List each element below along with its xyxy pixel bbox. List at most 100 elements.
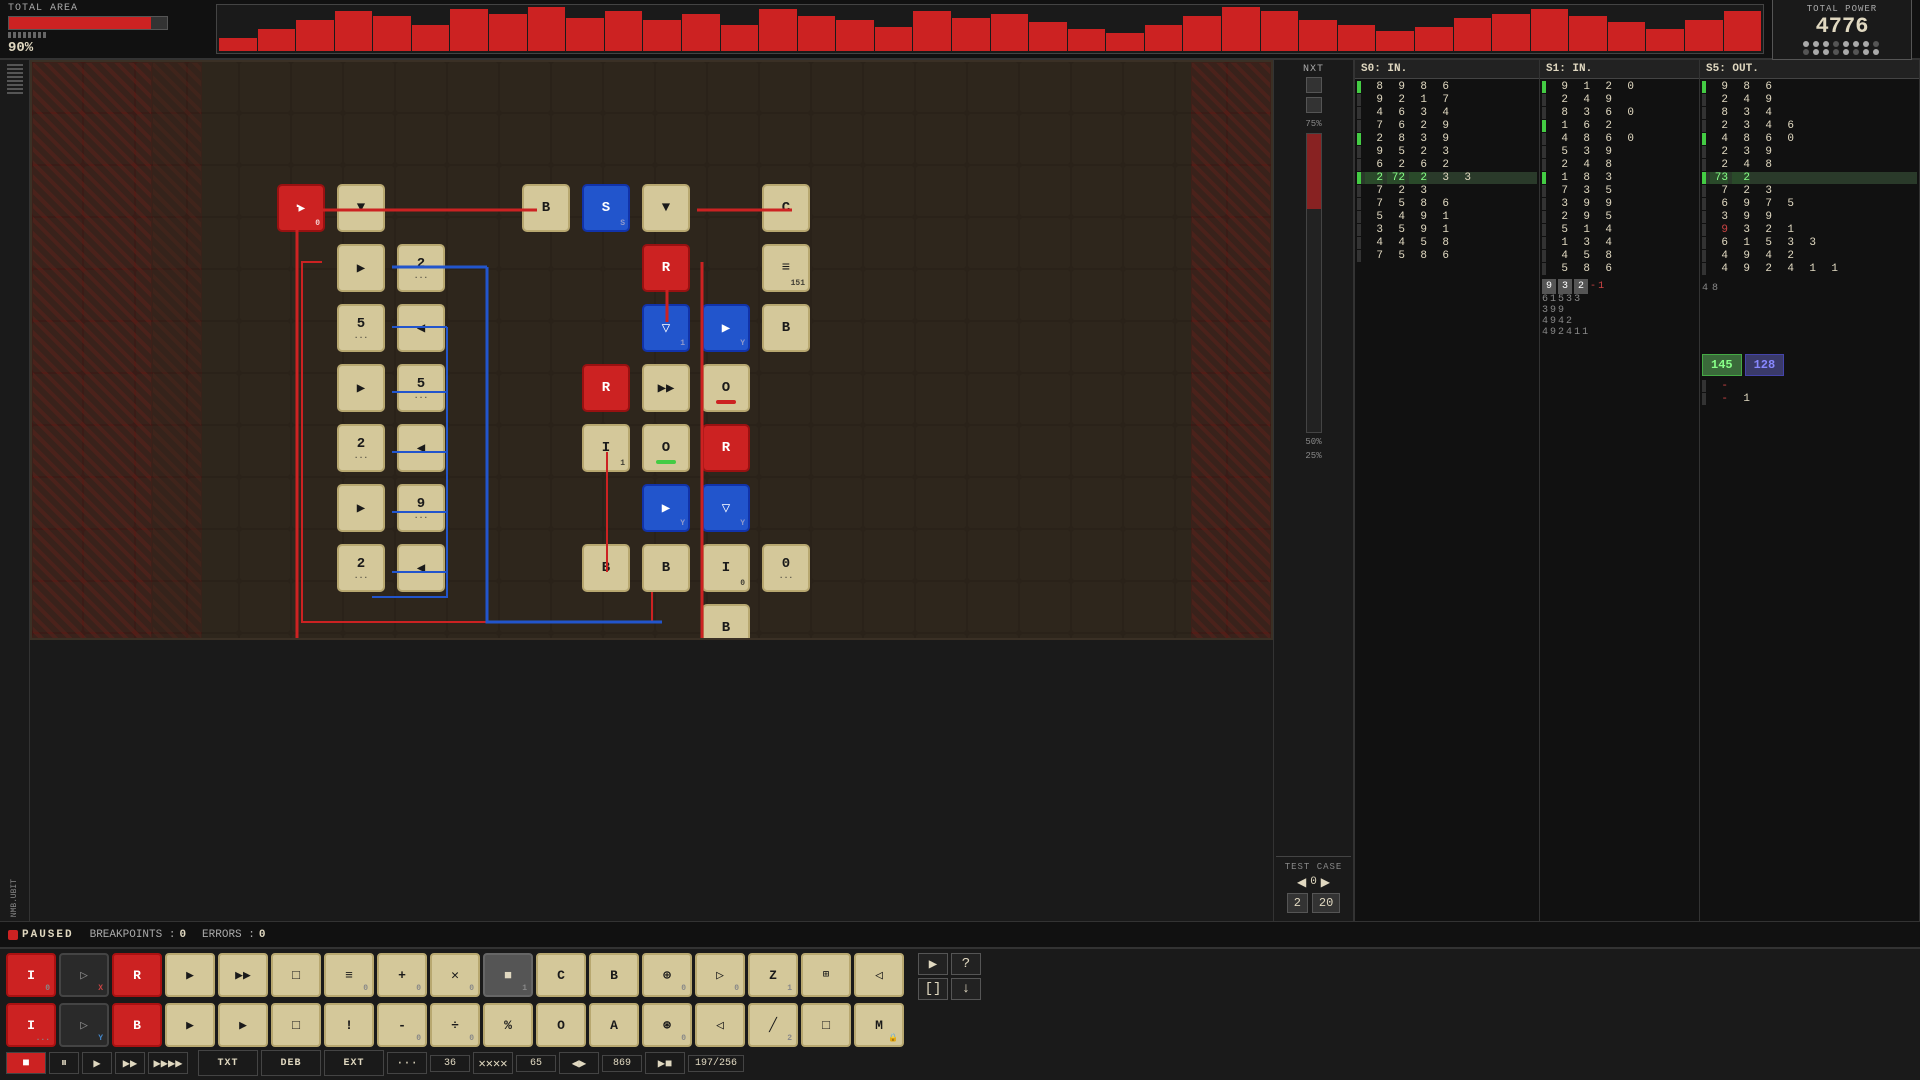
node-s-blue[interactable]: S S [582, 184, 630, 232]
bt-ext[interactable]: EXT [324, 1050, 384, 1076]
node-b-3[interactable]: B [582, 544, 630, 592]
dot [1813, 41, 1819, 47]
node-o-1[interactable]: O [702, 364, 750, 412]
dc: 3 [1409, 185, 1427, 197]
node-b-5[interactable]: B [702, 604, 750, 640]
bt-deb[interactable]: DEB [261, 1050, 321, 1076]
node-c-1[interactable]: C [762, 184, 810, 232]
tb-btn-ff[interactable]: ▶▶ [218, 953, 268, 997]
tb2-btn-lt[interactable]: ◁ [695, 1003, 745, 1047]
node-left-2[interactable]: ◀ [397, 424, 445, 472]
bt-dots[interactable]: ··· [387, 1052, 427, 1074]
tb2-btn-play-y[interactable]: ▷ Y [59, 1003, 109, 1047]
node-r-play[interactable]: ▶ 0 [277, 184, 325, 232]
node-num-5b[interactable]: 5 ... [397, 364, 445, 412]
tb2-btn-sub[interactable]: - 0 [377, 1003, 427, 1047]
tb2-btn-b[interactable]: B [112, 1003, 162, 1047]
node-num-2[interactable]: 2 ... [397, 244, 445, 292]
tb2-btn-div[interactable]: ÷ 0 [430, 1003, 480, 1047]
schematic-area[interactable]: ▶ 0 ▼ B S S ▼ C ▶ 2 ... R ≡ [30, 60, 1273, 640]
tb-btn-b[interactable]: B [589, 953, 639, 997]
node-b-2[interactable]: B [762, 304, 810, 352]
bt-xxx[interactable]: ✕✕✕✕ [473, 1052, 513, 1074]
node-r-3[interactable]: R [582, 364, 630, 412]
bt-film[interactable]: ▶■ [645, 1052, 685, 1074]
tc-prev-btn[interactable]: ◀ [1297, 875, 1306, 889]
node-ff-1[interactable]: ▶▶ [642, 364, 690, 412]
node-play-blue[interactable]: ▶ Y [702, 304, 750, 352]
tb2-btn-sq[interactable]: □ [801, 1003, 851, 1047]
node-left-3[interactable]: ◀ [397, 544, 445, 592]
tb-btn-i[interactable]: I 0 [6, 953, 56, 997]
tb-btn-c[interactable]: C [536, 953, 586, 997]
scroll-track[interactable] [1306, 133, 1322, 433]
tb2-btn-play2[interactable]: ▶ [218, 1003, 268, 1047]
dc: 6 [1431, 198, 1449, 210]
rs-btn-up[interactable]: ? [951, 953, 981, 975]
node-down-blue-2[interactable]: ▽ Y [702, 484, 750, 532]
node-num-0[interactable]: 0 ... [762, 544, 810, 592]
node-num-2b[interactable]: 2 ... [337, 424, 385, 472]
tb2-btn-play[interactable]: ▶ [165, 1003, 215, 1047]
tb-btn-r[interactable]: R [112, 953, 162, 997]
data-row: 248 [1542, 159, 1697, 171]
node-play-2[interactable]: ▶ [337, 244, 385, 292]
rs-btn-down[interactable]: ↓ [951, 978, 981, 1000]
bt-fff[interactable]: ▶▶▶▶ [148, 1052, 188, 1074]
bt-txt[interactable]: TXT [198, 1050, 258, 1076]
tb-btn-mul[interactable]: ✕ 0 [430, 953, 480, 997]
node-i-1[interactable]: I 1 [582, 424, 630, 472]
bt-pause[interactable]: ⏸ [49, 1052, 79, 1074]
tb-btn-grid[interactable]: ⊞ [801, 953, 851, 997]
tb-btn-z[interactable]: Z 1 [748, 953, 798, 997]
node-num-9[interactable]: 9 ... [397, 484, 445, 532]
bt-arrow-lr[interactable]: ◀▶ [559, 1052, 599, 1074]
node-play-3[interactable]: ▶ [337, 364, 385, 412]
wbar [1492, 14, 1530, 51]
node-i-2[interactable]: I 0 [702, 544, 750, 592]
node-r-2[interactable]: R [642, 244, 690, 292]
tb2-btn-diag[interactable]: ╱ 2 [748, 1003, 798, 1047]
data-row-highlighted: 2 72 2 3 3 [1357, 172, 1537, 184]
tb2-btn-halt[interactable]: □ [271, 1003, 321, 1047]
rs-btn-question[interactable]: [] [918, 978, 948, 1000]
tb2-btn-m[interactable]: M 🔒 [854, 1003, 904, 1047]
tb-btn-play-x[interactable]: ▷ X [59, 953, 109, 997]
tb-btn-halt[interactable]: □ [271, 953, 321, 997]
node-play-blue-2[interactable]: ▶ Y [642, 484, 690, 532]
rs-btn-bracket[interactable]: ▶ [918, 953, 948, 975]
tb2-btn-a[interactable]: A [589, 1003, 639, 1047]
node-b-1[interactable]: B [522, 184, 570, 232]
tb2-btn-i[interactable]: I ... [6, 1003, 56, 1047]
dc: 1 [1582, 327, 1588, 338]
node-r-4[interactable]: R [702, 424, 750, 472]
node-o-2[interactable]: O [642, 424, 690, 472]
tb-btn-gt[interactable]: ▷ 0 [695, 953, 745, 997]
node-num-2c[interactable]: 2 ... [337, 544, 385, 592]
tb-btn-prev[interactable]: ◁ [854, 953, 904, 997]
node-b-4[interactable]: B [642, 544, 690, 592]
tb2-btn-not[interactable]: ! [324, 1003, 374, 1047]
tb-btn-play[interactable]: ▶ [165, 953, 215, 997]
node-down-arrow[interactable]: ▼ [337, 184, 385, 232]
node-play-4[interactable]: ▶ [337, 484, 385, 532]
toolbar-row-2: I ... ▷ Y B ▶ ▶ □ ! - 0 ÷ 0 % [6, 1003, 1914, 1047]
bt-play[interactable]: ▶ [82, 1052, 112, 1074]
tb2-btn-xnor[interactable]: ⊛ 0 [642, 1003, 692, 1047]
tb-btn-add[interactable]: + 0 [377, 953, 427, 997]
ind [1357, 120, 1361, 132]
node-left-arrow[interactable]: ◀ [397, 304, 445, 352]
tb2-btn-o[interactable]: O [536, 1003, 586, 1047]
node-down-blue[interactable]: ▽ 1 [642, 304, 690, 352]
tb-btn-xor[interactable]: ⊕ 0 [642, 953, 692, 997]
bt-ff[interactable]: ▶▶ [115, 1052, 145, 1074]
node-eq-1[interactable]: ≡ 151 [762, 244, 810, 292]
node-down-2[interactable]: ▼ [642, 184, 690, 232]
bt-stop[interactable]: ■ [6, 1052, 46, 1074]
dc: 4 [1594, 237, 1612, 249]
tc-next-btn[interactable]: ▶ [1321, 875, 1330, 889]
tb-btn-eq[interactable]: ≡ 0 [324, 953, 374, 997]
tb2-btn-mod[interactable]: % [483, 1003, 533, 1047]
node-num-5[interactable]: 5 ... [337, 304, 385, 352]
tb-btn-black[interactable]: ■ 1 [483, 953, 533, 997]
